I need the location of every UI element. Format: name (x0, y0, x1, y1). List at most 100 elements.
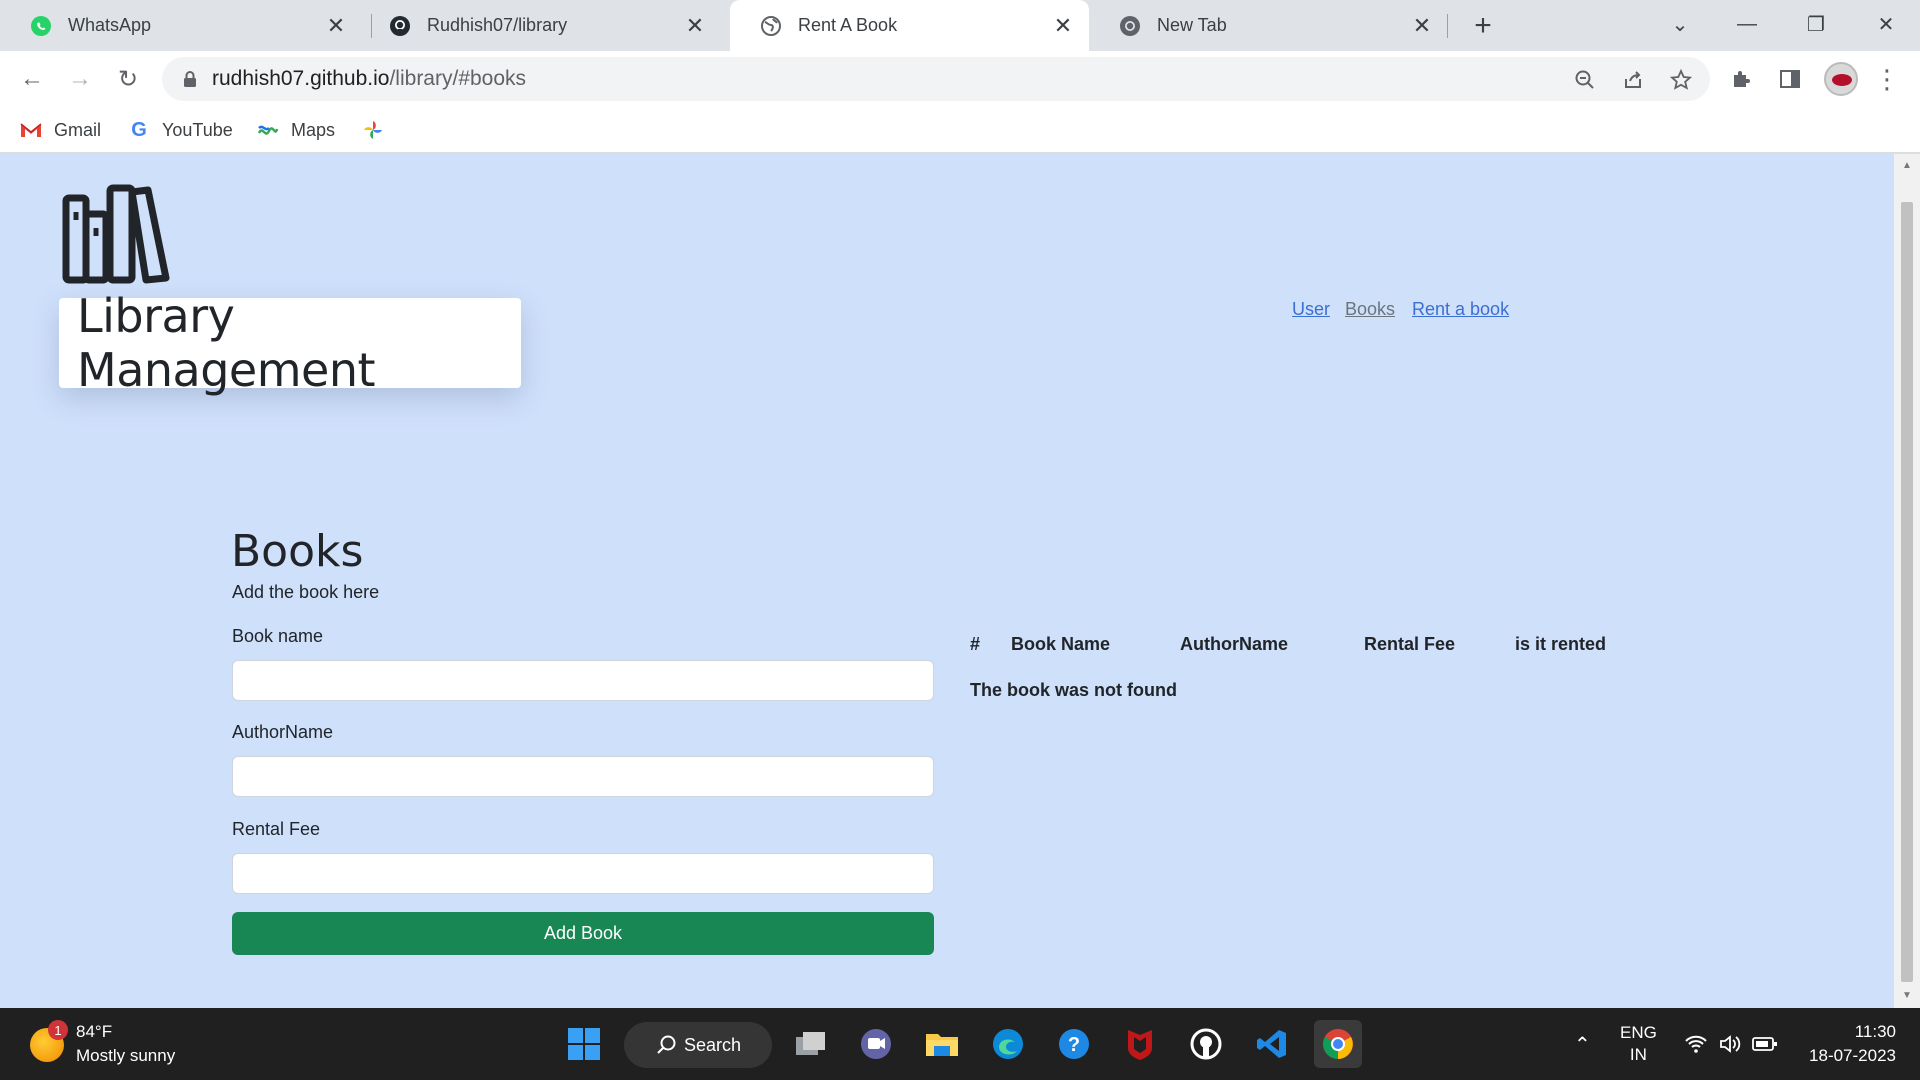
book-name-label: Book name (232, 626, 324, 646)
profile-avatar[interactable] (1824, 62, 1858, 96)
table-header-rental-fee: Rental Fee (1364, 634, 1456, 654)
bookshelf-logo-icon[interactable] (62, 184, 170, 284)
close-tab-icon[interactable]: ✕ (1410, 13, 1434, 38)
bookmark-gmail[interactable]: Gmail (20, 115, 101, 145)
lock-icon[interactable] (180, 69, 200, 89)
weather-temperature: 84°F (76, 1022, 113, 1041)
url-host: rudhish07.github.io (212, 67, 390, 90)
task-view-icon[interactable] (787, 1020, 835, 1068)
teams-chat-icon[interactable] (852, 1020, 900, 1068)
photos-icon (362, 119, 384, 141)
clock-time: 11:30 (1854, 1022, 1896, 1041)
kebab-menu-icon[interactable]: ⋮ (1872, 64, 1902, 94)
extensions-puzzle-icon[interactable] (1727, 64, 1757, 94)
volume-icon[interactable] (1718, 1008, 1742, 1080)
page-scrollbar[interactable]: ▲ ▼ (1894, 154, 1920, 1008)
bookmark-label: Gmail (54, 119, 102, 140)
scroll-up-arrow-icon[interactable]: ▲ (1901, 160, 1913, 171)
help-icon[interactable]: ? (1050, 1020, 1098, 1068)
tab-title: New Tab (1157, 15, 1227, 35)
language-region: IN (1629, 1045, 1647, 1064)
back-arrow-icon[interactable]: ← (14, 61, 50, 97)
github-desktop-icon[interactable] (1182, 1020, 1230, 1068)
weather-condition: Mostly sunny (76, 1046, 176, 1065)
url-path: /library/#books (389, 67, 527, 90)
page-content: Library Management User Books Rent a boo… (0, 154, 1894, 1008)
close-window-icon[interactable]: ✕ (1866, 6, 1906, 42)
book-name-input[interactable] (232, 660, 934, 701)
restore-icon[interactable]: ❐ (1796, 6, 1836, 42)
table-header-book-name: Book Name (1011, 634, 1111, 654)
minimize-icon[interactable]: — (1727, 6, 1767, 42)
new-tab-plus-icon[interactable]: + (1466, 9, 1500, 43)
battery-icon[interactable] (1752, 1008, 1778, 1080)
address-bar[interactable]: rudhish07.github.io/library/#books (162, 57, 1710, 101)
tab-rent-a-book[interactable]: Rent A Book ✕ (730, 0, 1089, 51)
bookmarks-bar: Gmail G YouTube Maps (0, 107, 1920, 153)
scrollbar-thumb[interactable] (1901, 202, 1913, 982)
close-tab-icon[interactable]: ✕ (324, 13, 348, 38)
nav-link-user[interactable]: User (1292, 299, 1330, 320)
url-text[interactable]: rudhish07.github.io/library/#books (212, 67, 526, 91)
tab-divider (1447, 14, 1448, 38)
table-header-is-rented: is it rented (1515, 634, 1607, 654)
bookmark-youtube[interactable]: G YouTube (128, 115, 233, 145)
brand-card: Library Management (59, 289, 521, 397)
tab-whatsapp[interactable]: WhatsApp ✕ (0, 0, 362, 51)
table-header-index: # (970, 634, 981, 654)
table-header-author-name: AuthorName (1180, 634, 1289, 654)
close-tab-icon[interactable]: ✕ (683, 13, 707, 38)
zoom-icon[interactable] (1572, 67, 1598, 93)
tab-title: Rudhish07/library (427, 15, 568, 35)
chrome-icon (1119, 15, 1141, 37)
windows-start-icon[interactable] (560, 1020, 608, 1068)
brand-title: Library Management (77, 289, 376, 397)
maps-icon (257, 119, 279, 141)
file-explorer-icon[interactable] (918, 1020, 966, 1068)
nav-link-books[interactable]: Books (1345, 299, 1395, 320)
taskbar-clock[interactable]: 11:30 18-07-2023 (1809, 1020, 1896, 1068)
whatsapp-icon (30, 15, 52, 37)
wifi-icon[interactable] (1684, 1008, 1708, 1080)
bookmark-photos[interactable] (362, 115, 396, 145)
section-subtitle: Add the book here (232, 582, 380, 602)
windows-taskbar: 1 84°F Mostly sunny Search ? ⌃ ENG IN 11… (0, 1008, 1920, 1080)
author-name-label: AuthorName (232, 722, 334, 742)
side-panel-icon[interactable] (1775, 64, 1805, 94)
browser-toolbar: ← → ↻ rudhish07.github.io/library/#books… (0, 51, 1920, 107)
tab-strip: WhatsApp ✕ Rudhish07/library ✕ Rent A Bo… (0, 0, 1920, 51)
reload-icon[interactable]: ↻ (110, 61, 146, 97)
mcafee-icon[interactable] (1116, 1020, 1164, 1068)
svg-text:?: ? (1068, 1034, 1080, 1056)
globe-icon (760, 15, 782, 37)
scroll-down-arrow-icon[interactable]: ▼ (1901, 990, 1913, 1001)
show-hidden-icons-chevron-icon[interactable]: ⌃ (1574, 1008, 1591, 1080)
tab-new-tab[interactable]: New Tab ✕ (1089, 0, 1448, 51)
tab-search-chevron-icon[interactable]: ⌄ (1660, 6, 1700, 42)
tab-title: Rent A Book (798, 15, 898, 35)
bookmark-maps[interactable]: Maps (257, 115, 335, 145)
rental-fee-label: Rental Fee (232, 819, 321, 839)
weather-widget[interactable]: 1 84°F Mostly sunny (30, 1020, 230, 1070)
language-indicator[interactable]: ENG IN (1620, 1008, 1657, 1080)
vscode-icon[interactable] (1248, 1020, 1296, 1068)
bookmark-star-icon[interactable] (1668, 67, 1694, 93)
bookmark-label: YouTube (162, 119, 233, 140)
tab-github[interactable]: Rudhish07/library ✕ (359, 0, 721, 51)
nav-link-rent-a-book[interactable]: Rent a book (1412, 299, 1509, 320)
author-name-input[interactable] (232, 756, 934, 797)
rental-fee-input[interactable] (232, 853, 934, 894)
taskbar-search[interactable]: Search (624, 1022, 772, 1068)
tab-title: WhatsApp (68, 15, 152, 35)
language-code: ENG (1620, 1023, 1657, 1042)
close-tab-icon[interactable]: ✕ (1051, 13, 1075, 38)
add-book-button[interactable]: Add Book (232, 912, 934, 955)
section-title: Books (231, 526, 364, 577)
bookmark-label: Maps (291, 119, 336, 140)
gmail-icon (20, 119, 42, 141)
chrome-taskbar-icon[interactable] (1314, 1020, 1362, 1068)
share-icon[interactable] (1620, 67, 1646, 93)
forward-arrow-icon[interactable]: → (62, 61, 98, 97)
edge-icon[interactable] (984, 1020, 1032, 1068)
search-label: Search (684, 1034, 742, 1055)
